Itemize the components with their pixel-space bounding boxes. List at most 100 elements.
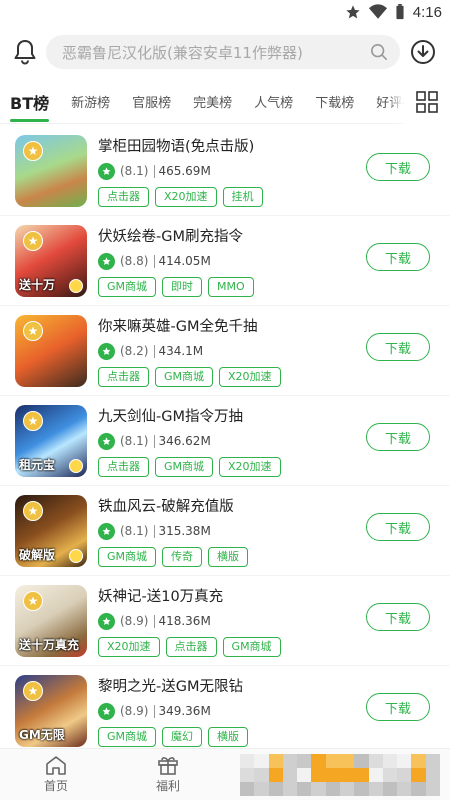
game-tag[interactable]: GM商城 <box>98 276 157 297</box>
game-tag[interactable]: 点击器 <box>98 186 149 207</box>
game-tag[interactable]: X20加速 <box>155 186 217 207</box>
mosaic-cell <box>240 754 255 768</box>
meta-divider <box>154 614 156 628</box>
nav-welfare[interactable]: 福利 <box>112 749 224 800</box>
mosaic-cell <box>282 768 298 782</box>
search-input[interactable]: 恶霸鲁尼汉化版(兼容安卓11作弊器) <box>46 35 400 69</box>
game-tag[interactable]: 点击器 <box>165 636 217 657</box>
tab-popular[interactable]: 人气榜 <box>254 80 293 124</box>
download-button[interactable]: 下载 <box>366 153 430 181</box>
game-tag[interactable]: 即时 <box>162 276 203 297</box>
coin-icon <box>69 548 83 563</box>
game-thumbnail[interactable]: ★ 租元宝 <box>15 404 87 477</box>
download-button[interactable]: 下载 <box>366 693 430 721</box>
tab-downloads[interactable]: 下载榜 <box>315 80 354 124</box>
game-list-item[interactable]: ★ 掌柜田园物语(免点击版) (8.1) 465.69M 点击器 X20加速 挂机 … <box>0 126 450 216</box>
featured-star-icon: ★ <box>23 500 43 521</box>
mosaic-cell <box>254 782 269 796</box>
verified-badge-icon <box>98 432 115 450</box>
game-size: 418.36M <box>158 614 211 628</box>
game-tag[interactable]: GM商城 <box>155 366 214 387</box>
game-rating: (8.9) <box>120 704 149 718</box>
mosaic-cell <box>339 768 355 782</box>
download-button[interactable]: 下载 <box>366 243 430 271</box>
nav-home-label: 首页 <box>43 779 68 793</box>
game-thumbnail[interactable]: ★ 破解版 <box>15 494 87 567</box>
game-tag[interactable]: 传奇 <box>162 546 203 567</box>
mosaic-cell <box>411 782 426 796</box>
mosaic-cell <box>425 754 440 768</box>
game-tag[interactable]: X20加速 <box>98 636 160 657</box>
mosaic-cell <box>240 768 255 782</box>
mosaic-cell <box>354 754 369 768</box>
notification-button[interactable] <box>12 37 38 67</box>
game-thumbnail[interactable]: ★ GM无限 <box>15 674 87 747</box>
game-list-item[interactable]: ★ GM无限 黎明之光-送GM无限钻 (8.9) 349.36M GM商城 魔幻横… <box>0 666 450 748</box>
game-rating: (8.8) <box>120 254 149 268</box>
game-list-item[interactable]: ★ 破解版 铁血风云-破解充值版 (8.1) 315.38M GM商城 传奇 横版 … <box>0 486 450 576</box>
game-size: 434.1M <box>158 344 204 358</box>
tab-perfect[interactable]: 完美榜 <box>193 80 232 124</box>
tab-bt[interactable]: BT榜 <box>10 80 50 124</box>
tab-new-games[interactable]: 新游榜 <box>71 80 110 124</box>
game-tag[interactable]: MMO <box>208 276 254 297</box>
download-button[interactable]: 下载 <box>366 513 430 541</box>
featured-star-icon: ★ <box>23 410 43 431</box>
status-bar: 4:16 <box>0 0 450 24</box>
game-tag[interactable]: 点击器 <box>98 366 149 387</box>
thumbnail-caption: 破解版 <box>19 547 56 562</box>
tab-official[interactable]: 官服榜 <box>132 80 171 124</box>
game-tags: GM商城 即时 MMO <box>98 276 450 297</box>
game-tag[interactable]: GM商城 <box>98 726 157 747</box>
pixelated-banner[interactable] <box>240 754 440 796</box>
game-tag[interactable]: 挂机 <box>222 186 263 207</box>
download-manager-button[interactable] <box>408 37 438 67</box>
game-tag[interactable]: GM商城 <box>155 456 214 477</box>
mosaic-cell <box>282 754 298 768</box>
thumbnail-caption: 送十万真充 <box>19 637 80 652</box>
game-list-item[interactable]: ★ 租元宝 九天剑仙-GM指令万抽 (8.1) 346.62M 点击器 GM商城 X… <box>0 396 450 486</box>
game-rating: (8.2) <box>120 344 149 358</box>
grid-icon <box>416 91 438 113</box>
game-thumbnail[interactable]: ★ <box>15 314 87 387</box>
mosaic-cell <box>297 754 312 768</box>
game-thumbnail[interactable]: ★ <box>15 134 87 207</box>
mosaic-cell <box>411 768 426 782</box>
game-tags: 点击器 GM商城 X20加速 <box>98 456 450 477</box>
download-button[interactable]: 下载 <box>366 423 430 451</box>
home-icon <box>46 756 66 775</box>
game-tags: GM商城 魔幻 横版 <box>98 726 450 747</box>
game-tag[interactable]: X20加速 <box>219 366 281 387</box>
game-tag[interactable]: 横版 <box>208 726 249 747</box>
game-tag[interactable]: GM商城 <box>98 546 157 567</box>
nav-home[interactable]: 首页 <box>0 749 112 800</box>
mosaic-cell <box>425 782 440 796</box>
game-tag[interactable]: X20加速 <box>219 456 281 477</box>
game-tag[interactable]: 点击器 <box>98 456 149 477</box>
game-thumbnail[interactable]: ★ 送十万 <box>15 224 87 297</box>
game-thumbnail[interactable]: ★ 送十万真充 <box>15 584 87 657</box>
category-grid-button[interactable] <box>404 80 450 124</box>
game-tag[interactable]: 魔幻 <box>162 726 203 747</box>
mosaic-cell <box>397 782 412 796</box>
mosaic-cell <box>354 782 369 796</box>
mosaic-cell <box>311 754 326 768</box>
game-list-item[interactable]: ★ 你来嘛英雄-GM全免千抽 (8.2) 434.1M 点击器 GM商城 X20加速… <box>0 306 450 396</box>
game-tag[interactable]: GM商城 <box>222 636 281 657</box>
mosaic-cell <box>311 768 326 782</box>
mosaic-cell <box>382 782 398 796</box>
mosaic-cell <box>339 782 355 796</box>
game-tag[interactable]: 横版 <box>208 546 249 567</box>
search-placeholder: 恶霸鲁尼汉化版(兼容安卓11作弊器) <box>62 43 303 62</box>
download-button[interactable]: 下载 <box>366 603 430 631</box>
gift-icon <box>158 757 178 775</box>
bottom-nav: 首页 福利 <box>0 748 450 800</box>
battery-icon <box>396 4 404 20</box>
thumbnail-caption: 租元宝 <box>19 457 56 472</box>
game-list-item[interactable]: ★ 送十万真充 妖神记-送10万真充 (8.9) 418.36M X20加速 点击… <box>0 576 450 666</box>
featured-star-icon: ★ <box>23 590 43 611</box>
game-list: ★ 掌柜田园物语(免点击版) (8.1) 465.69M 点击器 X20加速 挂机 … <box>0 126 450 748</box>
mosaic-cell <box>354 768 369 782</box>
game-list-item[interactable]: ★ 送十万 伏妖绘卷-GM刷充指令 (8.8) 414.05M GM商城 即时 MM… <box>0 216 450 306</box>
download-button[interactable]: 下载 <box>366 333 430 361</box>
